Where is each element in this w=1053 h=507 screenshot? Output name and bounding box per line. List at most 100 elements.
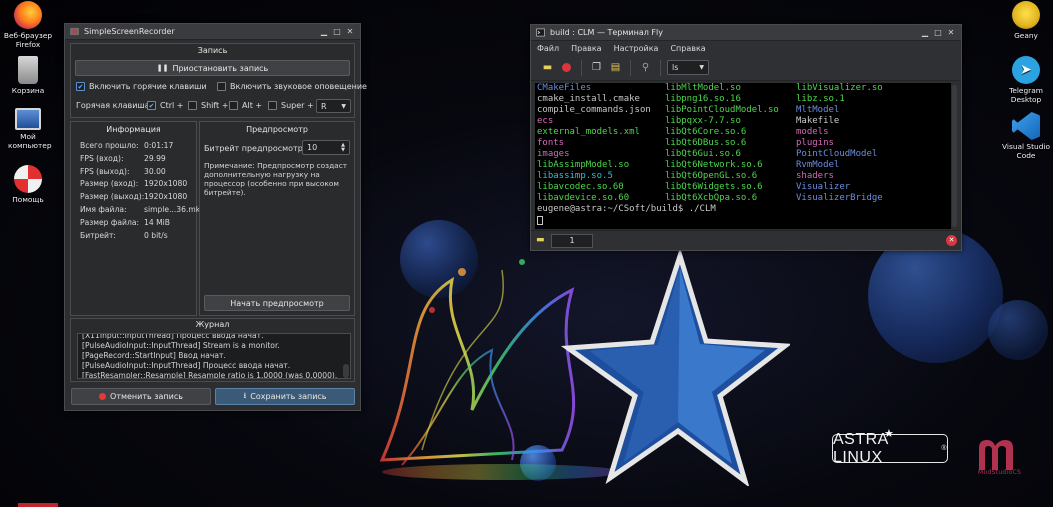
- info-value: 30.00: [144, 167, 166, 176]
- info-value: simple...36.mkv: [144, 205, 205, 214]
- terminal-tab-number: 1: [569, 236, 575, 245]
- ctrl-checkbox[interactable]: ✔ Ctrl +: [147, 101, 183, 110]
- save-record-button[interactable]: ⭳ Сохранить запись: [215, 388, 355, 405]
- save-record-label: Сохранить запись: [250, 392, 327, 401]
- minimize-button[interactable]: ▁: [920, 28, 930, 38]
- hotkey-key-select[interactable]: R ▼: [316, 99, 351, 113]
- info-key: FPS (выход):: [80, 167, 130, 176]
- desktop-icon-label: Telegram Desktop: [1009, 86, 1043, 104]
- record-group-title: Запись: [197, 46, 228, 55]
- log-line: [PulseAudioInput::InputThread] Процесс в…: [82, 361, 291, 370]
- geany-icon: [1012, 1, 1040, 29]
- checkbox-unchecked-icon: [229, 101, 238, 110]
- desktop-icon-geany[interactable]: Geany: [1000, 1, 1052, 40]
- info-group: Информация Всего прошло: 0:01:17 FPS (вхо…: [70, 121, 205, 316]
- hotkey-label: Горячая клавиша:: [76, 101, 153, 110]
- toolbar-separator: [581, 59, 582, 76]
- tab-icon[interactable]: ▬: [536, 235, 545, 245]
- maximize-button[interactable]: □: [933, 28, 943, 38]
- ssr-app-icon: [70, 27, 79, 36]
- find-icon[interactable]: ⚲: [637, 59, 654, 76]
- record-dot-icon: [99, 393, 107, 400]
- wallpaper-star: [560, 247, 790, 486]
- ssr-titlebar[interactable]: SimpleScreenRecorder ▁ □ ✕: [65, 24, 360, 40]
- cancel-record-button[interactable]: Отменить запись: [71, 388, 211, 405]
- shift-checkbox[interactable]: Shift +: [188, 101, 228, 110]
- desktop-icon-telegram[interactable]: ➤ Telegram Desktop: [1000, 56, 1052, 104]
- hotkey-key-value: R: [321, 101, 327, 111]
- info-key: Размер (выход):: [80, 192, 145, 201]
- info-value: 0 bit/s: [144, 231, 168, 240]
- ls-entry: compile_commands.json: [537, 105, 651, 115]
- new-tab-icon[interactable]: ▬: [539, 59, 556, 76]
- ls-entry: external_models.xml: [537, 127, 640, 137]
- pause-record-label: Приостановить запись: [172, 63, 269, 73]
- toolbar-separator: [660, 59, 661, 76]
- command-select[interactable]: ls ▼: [667, 60, 709, 75]
- info-row: Всего прошло: 0:01:17: [80, 141, 173, 150]
- desktop-icon-help[interactable]: Помощь: [2, 165, 54, 204]
- preview-bitrate-value: 10: [307, 143, 318, 152]
- close-tab-icon[interactable]: ✕: [946, 235, 957, 246]
- desktop-icon-trash[interactable]: Корзина: [2, 56, 54, 95]
- log-line: [PageRecord::StartInput] Ввод начат.: [82, 351, 226, 360]
- menu-settings[interactable]: Настройка: [614, 44, 659, 53]
- alt-checkbox-label: Alt +: [242, 101, 263, 110]
- log-output[interactable]: [X11Input::InputThread] Процесс ввода на…: [77, 333, 351, 379]
- checkbox-unchecked-icon: [268, 101, 277, 110]
- cancel-record-label: Отменить запись: [110, 392, 183, 401]
- ls-listing: CMakeFiles libMltModel.so libVisualizer.so…: [537, 83, 949, 204]
- close-button[interactable]: ✕: [946, 28, 956, 38]
- terminal-app-icon: [536, 28, 545, 37]
- menu-help[interactable]: Справка: [670, 44, 705, 53]
- log-line: [PulseAudioInput::InputThread] Stream is…: [82, 341, 280, 350]
- copy-icon[interactable]: ❐: [588, 59, 605, 76]
- ls-entry: plugins: [796, 138, 834, 148]
- stop-icon[interactable]: [558, 59, 575, 76]
- ls-entry: Visualizer: [796, 182, 851, 192]
- pause-record-button[interactable]: ❚❚ Приостановить запись: [75, 60, 350, 76]
- vscode-icon: [1012, 112, 1040, 140]
- start-preview-button[interactable]: Начать предпросмотр: [204, 295, 350, 311]
- maximize-button[interactable]: □: [332, 27, 342, 37]
- terminal-output[interactable]: CMakeFiles libMltModel.so libVisualizer.so…: [535, 83, 951, 229]
- info-value: 14 MiB: [144, 218, 170, 227]
- ls-entry: RvmModel: [796, 160, 840, 170]
- desktop-icon-label: Visual Studio Code: [1002, 142, 1050, 160]
- checkbox-checked-icon: ✔: [76, 82, 85, 91]
- super-checkbox[interactable]: Super +: [268, 101, 314, 110]
- desktop-icon-label: Мой компьютер: [8, 132, 52, 150]
- modstudio-caption: ModStudioCS: [978, 469, 1022, 476]
- log-scrollbar[interactable]: [343, 364, 349, 378]
- terminal-titlebar[interactable]: build : CLM — Терминал Fly ▁ □ ✕: [531, 25, 961, 41]
- ls-entry: MltModel: [796, 105, 840, 115]
- terminal-tab[interactable]: 1: [551, 234, 593, 248]
- menu-file[interactable]: Файл: [537, 44, 559, 53]
- paste-icon[interactable]: ▤: [607, 59, 624, 76]
- terminal-scrollbar[interactable]: [952, 85, 957, 227]
- info-key: FPS (вход):: [80, 154, 124, 163]
- alt-checkbox[interactable]: Alt +: [229, 101, 262, 110]
- ls-entry: libavcodec.so.60: [537, 182, 624, 192]
- info-value: 0:01:17: [144, 141, 174, 150]
- preview-bitrate-spinbox[interactable]: 10 ▲ ▼: [302, 140, 350, 155]
- desktop-icon-computer[interactable]: Мой компьютер: [2, 108, 54, 150]
- desktop-icon-label: Корзина: [11, 86, 45, 95]
- ls-entry: libQt6DBus.so.6: [665, 138, 747, 148]
- desktop-icon-vscode[interactable]: Visual Studio Code: [1000, 112, 1052, 160]
- info-row: Имя файла: simple...36.mkv: [80, 205, 205, 214]
- menu-edit[interactable]: Правка: [571, 44, 601, 53]
- checkbox-unchecked-icon: [217, 82, 226, 91]
- minimize-button[interactable]: ▁: [319, 27, 329, 37]
- ls-entry: libpqxx-7.7.so: [665, 116, 741, 126]
- telegram-icon: ➤: [1012, 56, 1040, 84]
- info-row: Размер (вход): 1920x1080: [80, 179, 187, 188]
- close-button[interactable]: ✕: [345, 27, 355, 37]
- ls-entry: libMltModel.so: [665, 83, 741, 93]
- sound-notify-checkbox[interactable]: Включить звуковое оповещение: [217, 82, 367, 91]
- ls-entry: CMakeFiles: [537, 83, 592, 93]
- hotkeys-checkbox[interactable]: ✔ Включить горячие клавиши: [76, 82, 207, 91]
- ctrl-checkbox-label: Ctrl +: [160, 101, 184, 110]
- desktop-icon-firefox[interactable]: Веб-браузер Firefox: [2, 1, 54, 49]
- ls-entry: images: [537, 149, 570, 159]
